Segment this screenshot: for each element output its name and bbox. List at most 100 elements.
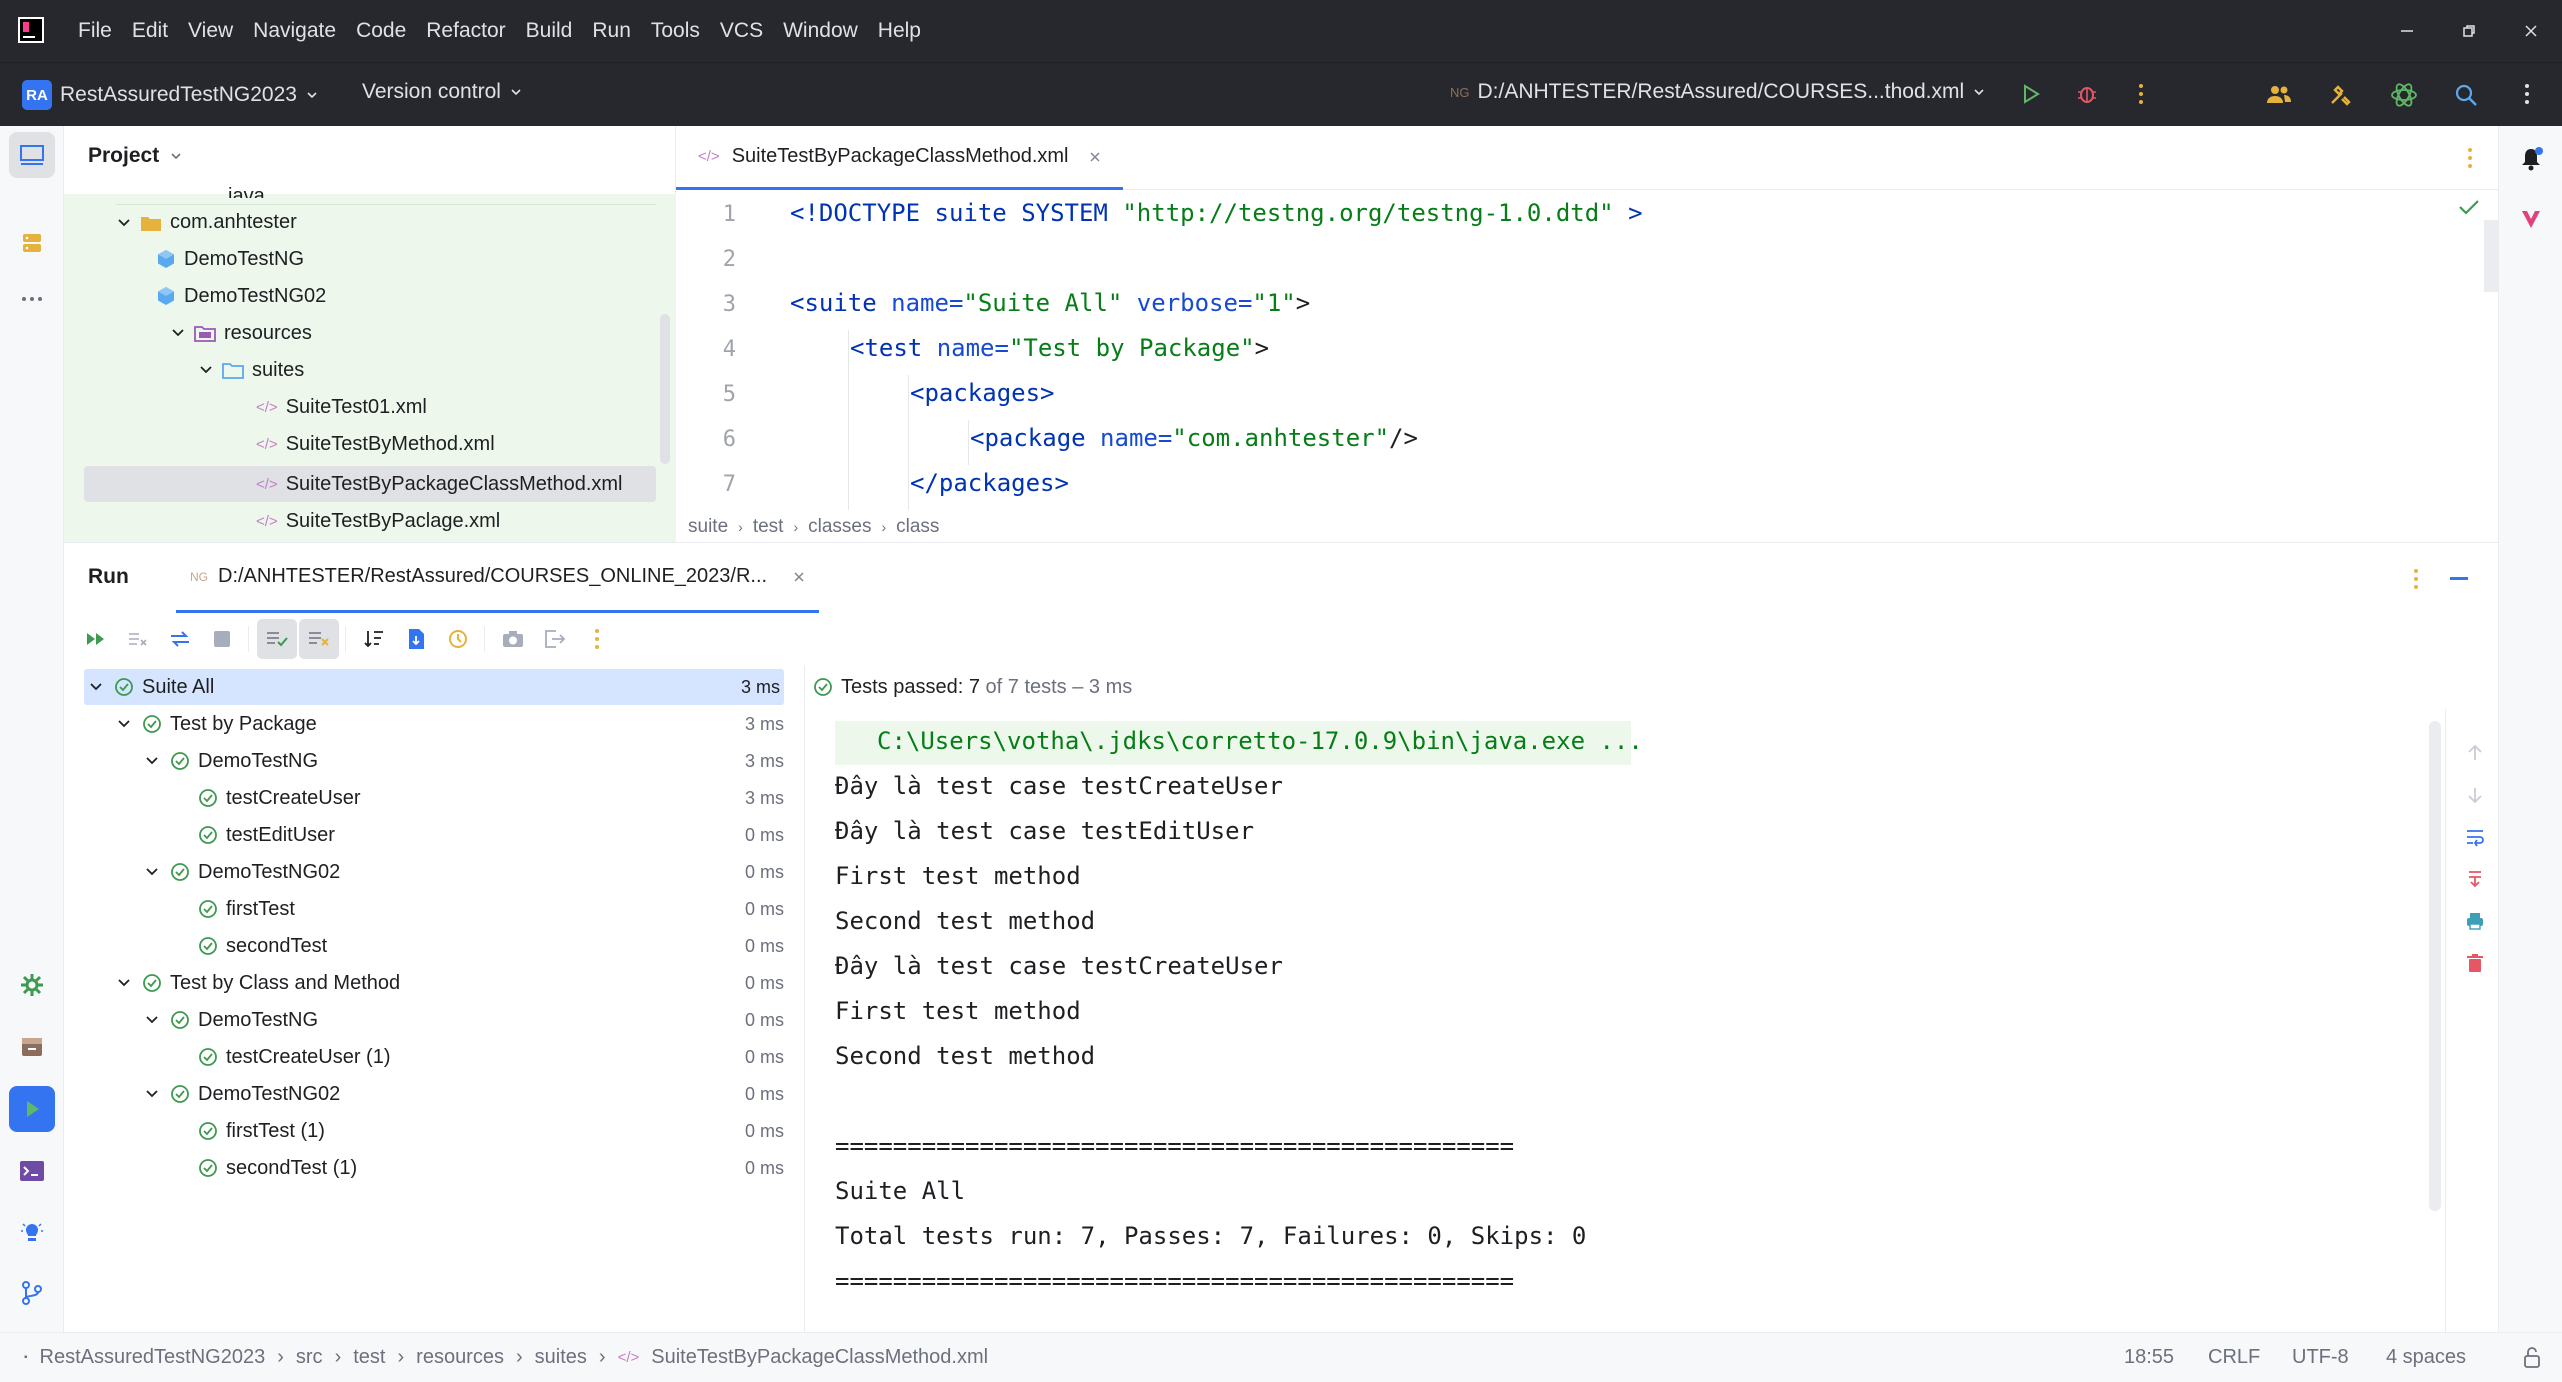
structure-tool-button[interactable] [9, 220, 55, 266]
scroll-up-button[interactable] [2465, 743, 2485, 763]
scroll-to-end-button[interactable] [2465, 869, 2485, 889]
indent-setting[interactable]: 4 spaces [2386, 1346, 2466, 1369]
status-path-item[interactable]: test [353, 1346, 385, 1369]
rerun-failed-button[interactable] [118, 619, 158, 659]
test-node[interactable]: DemoTestNG 0 ms [84, 1002, 784, 1038]
search-button[interactable] [2454, 83, 2478, 107]
menu-refactor[interactable]: Refactor [426, 19, 505, 43]
notifications-button[interactable] [2508, 136, 2554, 182]
database-tool-button[interactable] [9, 1024, 55, 1070]
settings-more-button[interactable] [2516, 81, 2538, 107]
test-node[interactable]: testEditUser 0 ms [84, 817, 784, 853]
git-tool-button[interactable] [9, 1270, 55, 1316]
tree-item-xml-selected[interactable]: </> SuiteTestByPackageClassMethod.xml [84, 466, 656, 502]
problems-tool-button[interactable] [9, 1210, 55, 1256]
menu-vcs[interactable]: VCS [720, 19, 763, 43]
inspection-ok-icon[interactable] [2458, 198, 2480, 216]
menu-view[interactable]: View [188, 19, 233, 43]
rerun-button[interactable] [76, 619, 116, 659]
services-tool-button[interactable] [9, 962, 55, 1008]
breadcrumb-item[interactable]: suite [688, 516, 728, 538]
line-separator[interactable]: CRLF [2208, 1346, 2260, 1369]
caret-position[interactable]: 18:55 [2124, 1346, 2174, 1369]
history-button[interactable] [438, 619, 478, 659]
ai-assistant-button[interactable] [2390, 81, 2418, 109]
more-tools-button[interactable] [9, 276, 55, 322]
plugin-button[interactable] [2508, 196, 2554, 242]
test-node[interactable]: Test by Class and Method 0 ms [84, 965, 784, 1001]
export-button[interactable] [535, 619, 575, 659]
debug-button[interactable] [2076, 83, 2098, 105]
close-icon[interactable] [1089, 151, 1101, 163]
test-node[interactable]: firstTest (1) 0 ms [84, 1113, 784, 1149]
restore-button[interactable] [2438, 0, 2500, 62]
menu-build[interactable]: Build [526, 19, 573, 43]
test-node[interactable]: DemoTestNG 3 ms [84, 743, 784, 779]
project-tool-button[interactable] [9, 132, 55, 178]
project-scrollbar[interactable] [660, 314, 670, 464]
file-encoding[interactable]: UTF-8 [2292, 1346, 2349, 1369]
run-more-button[interactable] [577, 619, 617, 659]
status-path-item[interactable]: SuiteTestByPackageClassMethod.xml [651, 1346, 988, 1369]
menu-window[interactable]: Window [783, 19, 858, 43]
tree-item-class[interactable]: DemoTestNG [156, 241, 304, 277]
run-config-selector[interactable]: NG D:/ANHTESTER/RestAssured/COURSES...th… [1450, 80, 1986, 104]
test-node[interactable]: testCreateUser (1) 0 ms [84, 1039, 784, 1075]
menu-navigate[interactable]: Navigate [253, 19, 336, 43]
tree-item-class[interactable]: DemoTestNG02 [156, 278, 326, 314]
test-node[interactable]: testCreateUser 3 ms [84, 780, 784, 816]
hide-panel-button[interactable] [2450, 577, 2468, 581]
run-tab[interactable]: NG D:/ANHTESTER/RestAssured/COURSES_ONLI… [176, 543, 820, 613]
menu-tools[interactable]: Tools [651, 19, 700, 43]
run-tool-button[interactable] [9, 1086, 55, 1132]
read-only-toggle[interactable] [2522, 1347, 2542, 1369]
menu-run[interactable]: Run [592, 19, 631, 43]
test-node[interactable]: DemoTestNG02 0 ms [84, 1076, 784, 1112]
test-node[interactable]: secondTest 0 ms [84, 928, 784, 964]
code-with-me-button[interactable] [2266, 83, 2292, 105]
editor-options-button[interactable] [2466, 146, 2474, 170]
menu-edit[interactable]: Edit [132, 19, 168, 43]
run-button[interactable] [2020, 83, 2042, 105]
close-button[interactable] [2500, 0, 2562, 62]
close-icon[interactable] [793, 571, 805, 583]
print-button[interactable] [2465, 911, 2485, 931]
test-node[interactable]: firstTest 0 ms [84, 891, 784, 927]
terminal-tool-button[interactable] [9, 1148, 55, 1194]
screenshot-button[interactable] [493, 619, 533, 659]
editor-tab[interactable]: </> SuiteTestByPackageClassMethod.xml [676, 126, 1123, 190]
minimize-button[interactable] [2376, 0, 2438, 62]
status-path-item[interactable]: RestAssuredTestNG2023 [40, 1346, 266, 1369]
test-node[interactable]: DemoTestNG02 0 ms [84, 854, 784, 890]
toggle-auto-test-button[interactable] [160, 619, 200, 659]
tree-item-package[interactable]: com.anhtester [116, 204, 656, 240]
show-passed-button[interactable] [257, 619, 297, 659]
breadcrumb-item[interactable]: classes [808, 516, 871, 538]
sort-button[interactable] [354, 619, 394, 659]
show-ignored-button[interactable] [299, 619, 339, 659]
tree-item-java[interactable]: java [228, 178, 265, 198]
test-node[interactable]: Test by Package 3 ms [84, 706, 784, 742]
stop-button[interactable] [202, 619, 242, 659]
more-actions-button[interactable] [2130, 81, 2152, 107]
tree-item-xml[interactable]: </> SuiteTestByMethod.xml [256, 426, 495, 462]
menu-code[interactable]: Code [356, 19, 406, 43]
editor-scrollbar[interactable] [2484, 220, 2498, 292]
clear-console-button[interactable] [2465, 953, 2485, 973]
tree-item-xml[interactable]: </> SuiteTestByPaclage.xml [256, 503, 500, 539]
build-tools-button[interactable] [2328, 83, 2352, 107]
tree-item-xml[interactable]: </> SuiteTest01.xml [256, 389, 427, 425]
tree-item-resources[interactable]: resources [170, 315, 312, 351]
project-panel-header[interactable]: Project [88, 144, 183, 168]
version-control-selector[interactable]: Version control [362, 80, 523, 104]
tree-item-suites[interactable]: suites [198, 352, 304, 388]
run-options-button[interactable] [2412, 567, 2420, 591]
code-area[interactable]: 1 2 3 4 5 6 7 <!DOCTYPE suite SYSTEM "ht… [676, 190, 2498, 512]
menu-file[interactable]: File [78, 19, 112, 43]
project-selector[interactable]: RA RestAssuredTestNG2023 [22, 80, 319, 110]
import-tests-button[interactable] [396, 619, 436, 659]
scroll-down-button[interactable] [2465, 785, 2485, 805]
breadcrumb-item[interactable]: test [753, 516, 784, 538]
console-scrollbar[interactable] [2429, 721, 2441, 1211]
status-path-item[interactable]: suites [535, 1346, 587, 1369]
